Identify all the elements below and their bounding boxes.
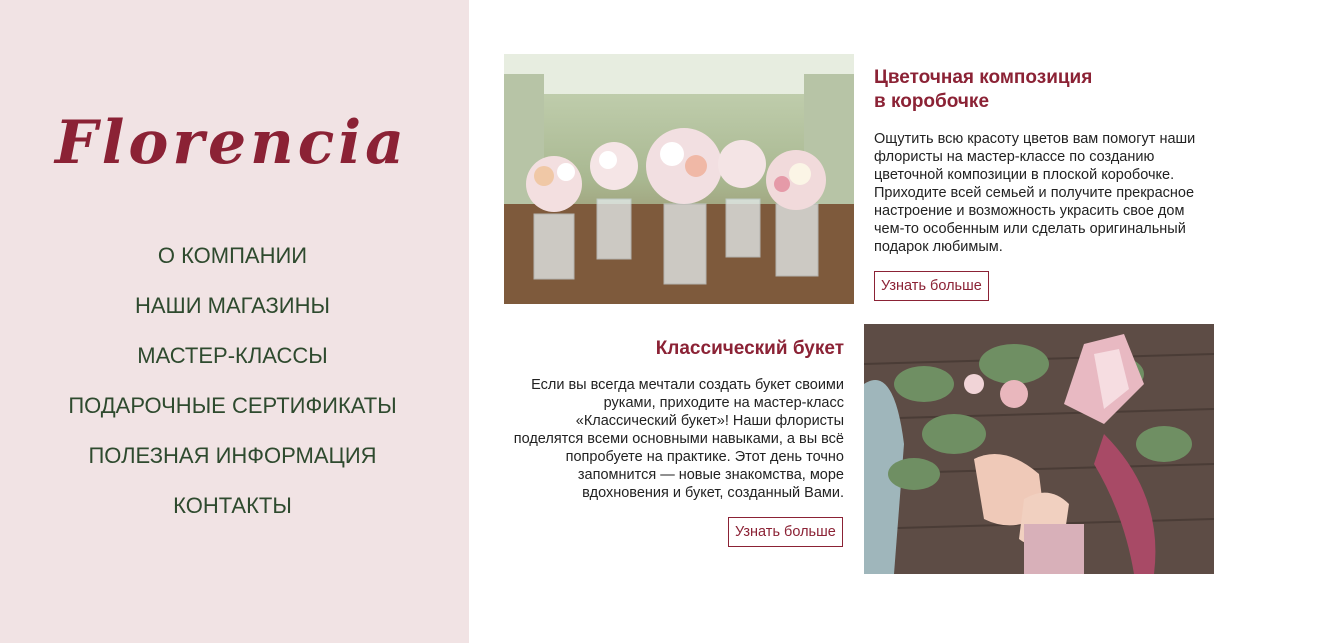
bouquets-photo xyxy=(504,54,854,304)
nav-item-stores[interactable]: НАШИ МАГАЗИНЫ xyxy=(0,290,465,340)
card-title-classic-bouquet: Классический букет xyxy=(655,338,844,359)
nav-item-about[interactable]: О КОМПАНИИ xyxy=(0,240,465,290)
card-description: Ощутить всю красоту цветов вам помогут н… xyxy=(874,131,1196,255)
learn-more-button[interactable]: Узнать больше xyxy=(874,271,989,301)
bouquet-making-photo xyxy=(864,324,1214,574)
brand-logo[interactable]: Florencia xyxy=(0,108,463,178)
nav-item-useful-info[interactable]: ПОЛЕЗНАЯ ИНФОРМАЦИЯ xyxy=(0,440,465,490)
sidebar: Florencia О КОМПАНИИ НАШИ МАГАЗИНЫ МАСТЕ… xyxy=(0,0,469,643)
card-title-box-composition: Цветочная композиция в коробочке xyxy=(874,67,1093,112)
nav-item-master-classes[interactable]: МАСТЕР-КЛАССЫ xyxy=(0,340,465,390)
main-nav: О КОМПАНИИ НАШИ МАГАЗИНЫ МАСТЕР-КЛАССЫ П… xyxy=(0,240,465,540)
card-description: Если вы всегда мечтали создать букет сво… xyxy=(513,377,844,501)
nav-item-gift-certificates[interactable]: ПОДАРОЧНЫЕ СЕРТИФИКАТЫ xyxy=(0,390,465,440)
learn-more-button[interactable]: Узнать больше xyxy=(728,517,843,547)
nav-item-contacts[interactable]: КОНТАКТЫ xyxy=(0,490,465,540)
